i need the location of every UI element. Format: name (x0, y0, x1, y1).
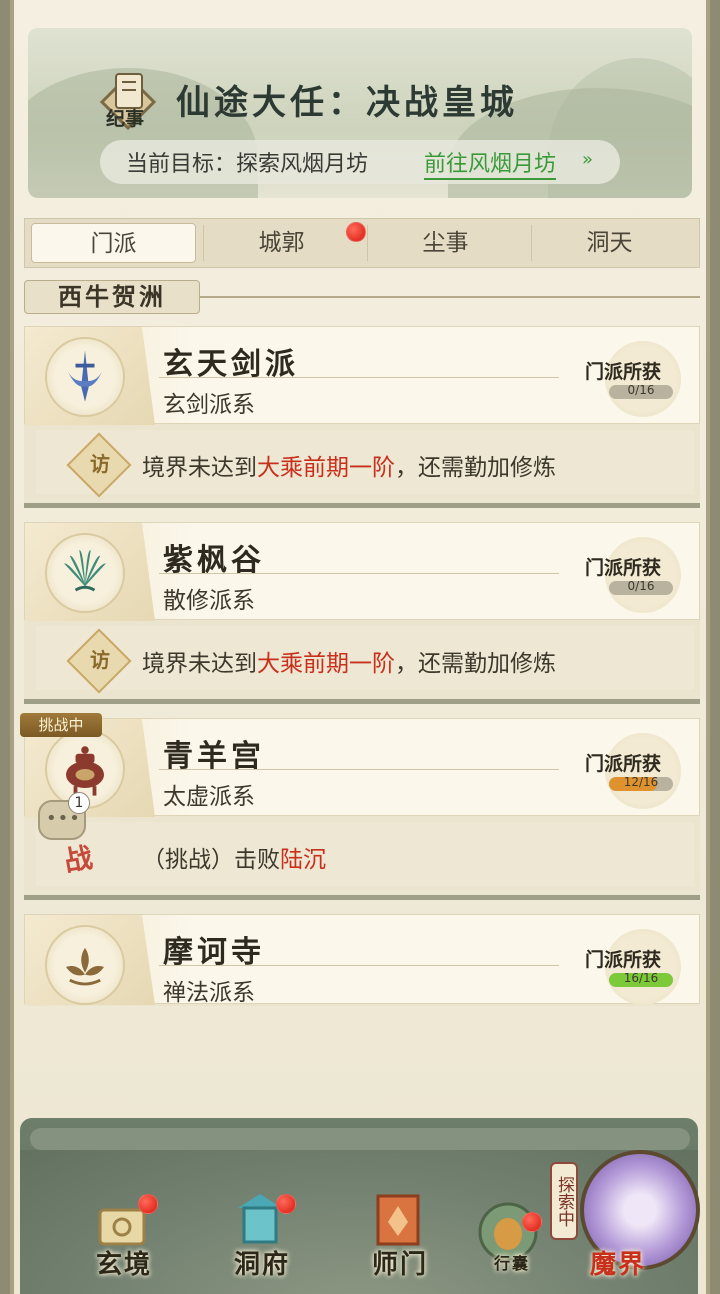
sect-requirement-row: 访 境界未达到大乘前期一阶，还需勤加修炼 (36, 430, 694, 498)
nav-label-mojie[interactable]: 魔界 (590, 1244, 646, 1281)
gain-label: 门派所获 (585, 949, 662, 971)
tab-cities[interactable]: 城郭 (199, 219, 364, 267)
sect-requirement-row: 访 境界未达到大乘前期一阶，还需勤加修炼 (36, 626, 694, 694)
lotus-icon (45, 925, 125, 1005)
challenge-status-badge: 挑战中 (20, 713, 102, 737)
sect-school: 太虚派系 (163, 784, 255, 810)
leaf-fan-icon (45, 533, 125, 613)
visit-label: 访 (90, 452, 110, 476)
gain-label: 门派所获 (585, 753, 662, 775)
gain-progress-text: 0/16 (627, 383, 655, 397)
current-goal: 当前目标：探索风烟月坊 (126, 152, 369, 177)
quest-title: 仙途大任：决战皇城 (176, 83, 518, 123)
banner-flag-icon[interactable] (368, 1190, 428, 1250)
nav-badge (276, 1194, 296, 1214)
gain-label: 门派所获 (585, 361, 662, 383)
gain-progress-text: 0/16 (627, 579, 655, 593)
divider (200, 296, 700, 298)
challenge-text: （挑战）击败陆沉 (142, 847, 326, 873)
sect-card-xuantian[interactable]: 玄天剑派 玄剑派系 门派所获 0/16 访 境界未达到大乘前期一阶，还需勤加修炼 (24, 326, 700, 508)
chevron-right-icon[interactable]: » (582, 149, 593, 170)
tab-sects[interactable]: 门派 (31, 223, 196, 263)
sect-header: 摩诃寺 禅法派系 门派所获 16/16 (24, 914, 700, 1006)
nav-badge (522, 1212, 542, 1232)
sect-school: 禅法派系 (163, 980, 255, 1006)
sect-card-qingyang[interactable]: 青羊宫 太虚派系 门派所获 12/16 （挑战）击败陆沉 (24, 718, 700, 900)
gain-label: 门派所获 (585, 557, 662, 579)
requirement-text: 境界未达到大乘前期一阶，还需勤加修炼 (142, 651, 556, 677)
nav-label-xuanjing[interactable]: 玄境 (96, 1244, 152, 1281)
exploring-tag: 探索中 (550, 1162, 578, 1240)
sect-card-zifeng[interactable]: 紫枫谷 散修派系 门派所获 0/16 访 境界未达到大乘前期一阶，还需勤加修炼 (24, 522, 700, 704)
nav-label-shimen[interactable]: 师门 (372, 1244, 428, 1281)
gain-progress-text: 12/16 (623, 775, 659, 789)
chat-count-badge: 1 (68, 792, 90, 814)
goal-link[interactable]: 前往风烟月坊 (424, 146, 557, 180)
tab-cities-badge (346, 222, 366, 242)
sect-header: 玄天剑派 玄剑派系 门派所获 0/16 (24, 326, 700, 425)
tab-grotto[interactable]: 洞天 (527, 219, 692, 267)
requirement-text: 境界未达到大乘前期一阶，还需勤加修炼 (142, 455, 556, 481)
sect-header: 青羊宫 太虚派系 门派所获 12/16 (24, 718, 700, 817)
sect-school: 散修派系 (163, 588, 255, 614)
region-label: 西牛贺洲 (24, 280, 200, 314)
visit-label: 访 (90, 648, 110, 672)
gain-progress-text: 16/16 (623, 971, 659, 985)
nav-badge (138, 1194, 158, 1214)
nav-top-strip (30, 1128, 690, 1150)
chronicle-label: 纪事 (106, 108, 145, 130)
sect-header: 紫枫谷 散修派系 门派所获 0/16 (24, 522, 700, 621)
nav-label-xingnang[interactable]: 行囊 (494, 1250, 530, 1274)
nav-label-dongfu[interactable]: 洞府 (234, 1244, 290, 1281)
sword-emblem-icon (45, 337, 125, 417)
tab-worldly-affairs[interactable]: 尘事 (363, 219, 528, 267)
sect-school: 玄剑派系 (163, 392, 255, 418)
sect-card-mohe[interactable]: 摩诃寺 禅法派系 门派所获 16/16 (24, 914, 700, 1006)
sect-challenge-row[interactable]: （挑战）击败陆沉 (36, 822, 694, 886)
